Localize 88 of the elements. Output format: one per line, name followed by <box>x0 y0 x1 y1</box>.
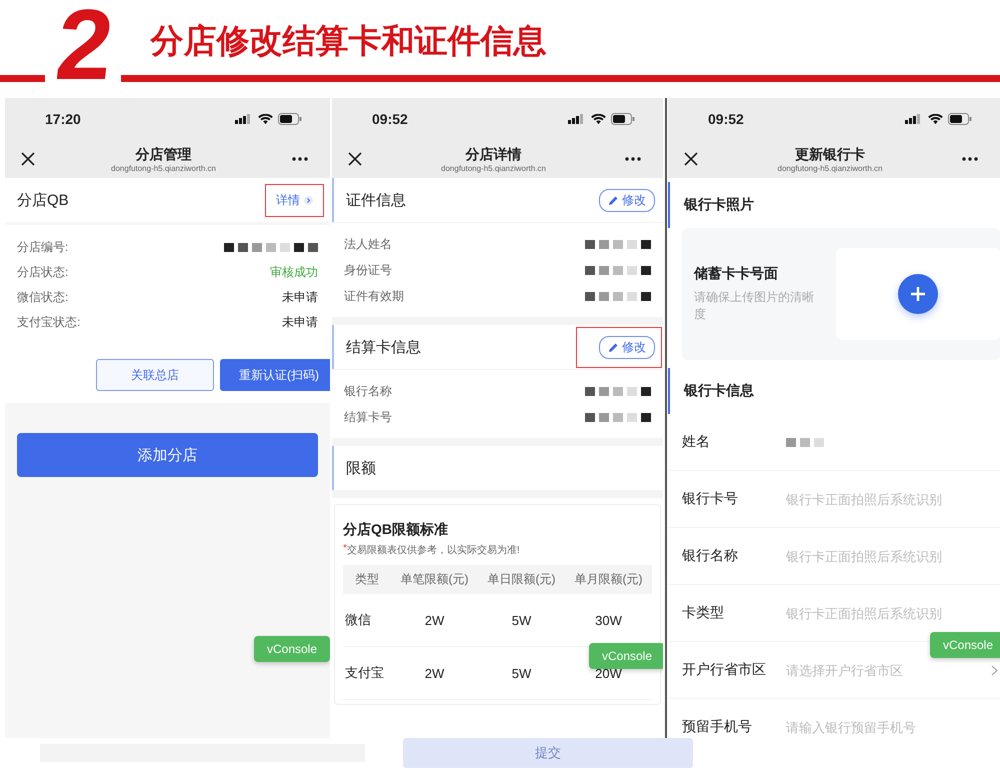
close-icon[interactable] <box>348 152 362 166</box>
more-icon[interactable] <box>962 157 978 161</box>
field-label: 身份证号 <box>344 262 392 278</box>
page-title: 更新银行卡 <box>795 146 865 164</box>
section-title: 证件信息 <box>346 190 406 210</box>
info-label: 分店状态: <box>17 264 68 281</box>
chevron-icon <box>304 196 313 204</box>
status-time: 17:20 <box>45 111 81 127</box>
battery-icon <box>278 113 302 125</box>
table-cell-text: 2W <box>424 612 446 628</box>
table-cell-text: 2W <box>424 666 446 680</box>
submit-button[interactable]: 提交 <box>403 738 693 768</box>
field-label: 法人姓名 <box>344 236 392 252</box>
more-icon[interactable] <box>625 157 641 161</box>
section-title: 银行卡信息 <box>684 382 754 400</box>
field-label: 证件有效期 <box>344 288 404 304</box>
info-value: 未申请 <box>282 314 318 331</box>
card-placeholder[interactable] <box>836 248 1000 340</box>
column-header: 类型 <box>354 571 380 588</box>
reverify-button[interactable]: 重新认证(扫码) <box>220 359 330 391</box>
pencil-icon <box>608 342 619 352</box>
page-url: dongfutong-h5.qianziworth.cn <box>111 164 216 172</box>
plus-icon <box>910 286 926 302</box>
step-number: 2 <box>52 0 118 90</box>
input-field[interactable]: 请输入银行预留手机号 <box>786 720 986 734</box>
field-label: 银行名称 <box>682 547 739 565</box>
page-url: dongfutong-h5.qianziworth.cn <box>441 164 546 172</box>
step-title: 分店修改结算卡和证件信息 <box>150 21 548 61</box>
more-icon[interactable] <box>292 157 308 161</box>
upload-hint: 请确保上传图片的清晰度 <box>694 289 815 323</box>
input-field[interactable]: 银行卡正面拍照后系统识别 <box>786 606 986 620</box>
column-header: 单笔限额(元) <box>400 571 470 588</box>
signal-icon <box>568 114 586 124</box>
section-title: 结算卡信息 <box>346 338 421 356</box>
battery-icon <box>948 113 972 125</box>
info-label: 微信状态: <box>17 289 68 306</box>
region-select[interactable]: 请选择开户行省市区 <box>786 662 986 678</box>
table-cell-text: 微信 <box>344 611 372 629</box>
table-cell-text: 30W <box>594 612 623 628</box>
status-time: 09:52 <box>708 111 744 127</box>
required-mark: * <box>343 543 347 556</box>
signal-icon <box>905 114 923 124</box>
table-cell-text: 5W <box>510 612 532 628</box>
page-title: 分店管理 <box>136 146 192 164</box>
page-url: dongfutong-h5.qianziworth.cn <box>778 164 882 172</box>
vconsole-button[interactable]: vConsole <box>589 643 663 669</box>
note-text: 交易限额表仅供参考，以实际交易为准! <box>346 544 520 557</box>
table-cell-text: 5W <box>510 666 532 680</box>
field-label: 姓名 <box>682 433 711 451</box>
info-value: 审核成功 <box>270 264 318 281</box>
vconsole-button[interactable]: vConsole <box>930 632 1000 658</box>
table-cell-text: 支付宝 <box>344 664 385 682</box>
edit-button[interactable]: 修改 <box>599 336 655 358</box>
store-name: 分店QB <box>17 190 69 210</box>
field-label: 结算卡号 <box>344 408 392 426</box>
info-label: 分店编号: <box>17 239 68 256</box>
close-icon[interactable] <box>21 152 35 166</box>
column-header: 单月限额(元) <box>574 571 644 588</box>
input-field[interactable]: 银行卡正面拍照后系统识别 <box>786 492 986 506</box>
field-label: 银行卡号 <box>682 490 739 508</box>
info-label: 支付宝状态: <box>17 314 80 331</box>
field-label: 开户行省市区 <box>682 661 767 679</box>
signal-icon <box>235 114 253 124</box>
status-time: 09:52 <box>372 111 408 127</box>
add-store-button[interactable]: 添加分店 <box>17 433 318 477</box>
edit-button[interactable]: 修改 <box>599 188 655 212</box>
close-icon[interactable] <box>684 152 698 166</box>
field-label: 卡类型 <box>682 604 725 622</box>
link-store-button[interactable]: 关联总店 <box>96 359 214 391</box>
wifi-icon <box>928 114 943 124</box>
upload-title: 储蓄卡卡号面 <box>694 265 779 283</box>
wifi-icon <box>258 114 273 124</box>
field-label: 银行名称 <box>344 382 392 400</box>
add-photo-button[interactable] <box>898 274 938 314</box>
section-title: 银行卡照片 <box>684 196 754 214</box>
battery-icon <box>611 113 635 125</box>
info-value: 未申请 <box>282 289 318 306</box>
column-header: 单日限额(元) <box>486 571 556 588</box>
card-title: 分店QB限额标准 <box>343 521 449 539</box>
section-title: 限额 <box>346 458 376 478</box>
wifi-icon <box>591 114 606 124</box>
field-label: 预留手机号 <box>682 718 753 736</box>
page-title: 分店详情 <box>466 146 522 164</box>
pencil-icon <box>608 194 619 206</box>
vconsole-button[interactable]: vConsole <box>254 636 330 662</box>
input-field[interactable]: 银行卡正面拍照后系统识别 <box>786 548 986 564</box>
detail-link[interactable]: 详情 <box>269 188 320 212</box>
chevron-icon <box>991 664 998 676</box>
